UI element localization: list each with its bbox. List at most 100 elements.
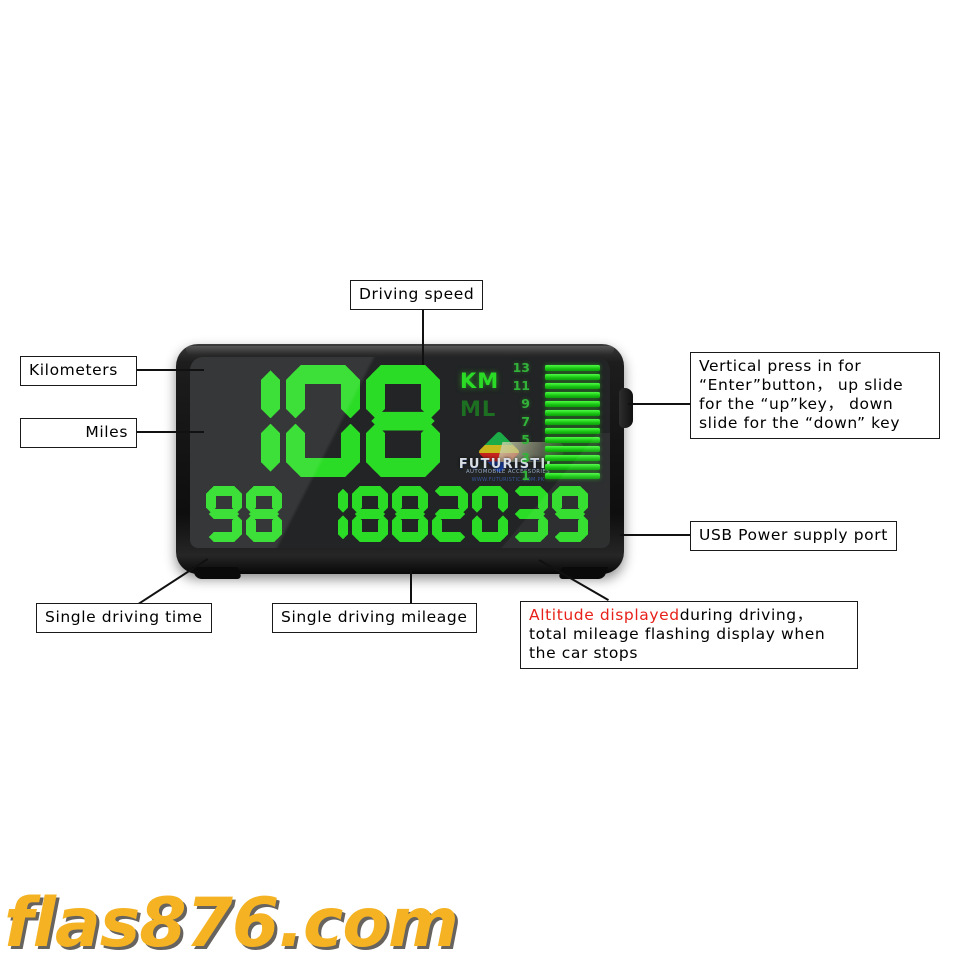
segment-c xyxy=(341,424,360,472)
gauge-bar xyxy=(545,365,600,371)
segment-f xyxy=(286,370,305,418)
gauge-scale-label: 9 xyxy=(521,395,530,411)
segment-f xyxy=(206,489,216,513)
gauge-bar xyxy=(545,464,600,470)
gauge-bar xyxy=(545,455,600,461)
segment-e xyxy=(512,515,522,539)
segment-c xyxy=(272,515,282,539)
segment-g xyxy=(355,509,385,519)
callout-side-button: Vertical press in for “Enter”button， up … xyxy=(690,352,940,439)
segment-b xyxy=(272,489,282,513)
segment-g xyxy=(291,412,354,431)
segment-e xyxy=(352,515,362,539)
leader-line-miles xyxy=(137,431,204,433)
segment-c xyxy=(458,515,468,539)
callout-kilometers: Kilometers xyxy=(20,356,137,386)
callout-altitude: Altitude displayedduring driving， total … xyxy=(520,601,858,669)
bar-gauge: 13 11 9 7 5 3 1 xyxy=(500,361,600,484)
segment-c xyxy=(578,515,588,539)
segment-b xyxy=(418,489,428,513)
seven-segment-digit xyxy=(366,365,440,477)
gauge-bar xyxy=(545,401,600,407)
segment-b xyxy=(458,489,468,513)
bottom-data-row xyxy=(206,486,592,542)
seven-segment-digit xyxy=(246,486,282,542)
device-foot-left xyxy=(191,567,243,579)
segment-c xyxy=(232,515,242,539)
gauge-scale-label: 1 xyxy=(521,468,530,484)
segment-e xyxy=(206,424,225,472)
callout-side-button-line4: slide for the “down” key xyxy=(699,414,901,432)
segment-b xyxy=(378,489,388,513)
gauge-scale-label: 7 xyxy=(521,414,530,429)
segment-c xyxy=(418,515,428,539)
gauge-scale-label: 5 xyxy=(521,432,530,448)
gauge-bar xyxy=(545,410,600,416)
segment-e xyxy=(392,515,402,539)
seven-segment-digit xyxy=(512,486,548,542)
leader-line-driving-speed xyxy=(422,307,424,365)
segment-c xyxy=(261,424,280,472)
callout-altitude-rest: during driving， xyxy=(679,606,813,624)
segment-f xyxy=(246,489,256,513)
segment-f xyxy=(472,489,482,513)
callout-altitude-line2: total mileage flashing display when xyxy=(529,625,826,643)
segment-g xyxy=(249,509,279,519)
segment-e xyxy=(246,515,256,539)
gauge-bar xyxy=(545,419,600,425)
callout-side-button-line2: “Enter”button， up slide xyxy=(699,376,904,394)
segment-e xyxy=(472,515,482,539)
seven-segment-digit xyxy=(352,486,388,542)
segment-c xyxy=(421,424,440,472)
segment-b xyxy=(261,370,280,418)
hud-screen: KM ML 13 11 9 7 5 3 1 FUTURISTIC AUTOMOBILE AC… xyxy=(190,357,610,548)
seven-segment-digit xyxy=(206,365,280,477)
segment-f xyxy=(432,489,442,513)
gauge-bar xyxy=(545,392,600,398)
seven-segment-digit xyxy=(472,486,508,542)
segment-c xyxy=(538,515,548,539)
segment-e xyxy=(552,515,562,539)
bar-gauge-scale: 13 11 9 7 5 3 1 xyxy=(500,361,530,484)
seven-segment-digit xyxy=(392,486,428,542)
site-watermark: flas876.com xyxy=(4,884,459,963)
callout-altitude-highlight: Altitude displayed xyxy=(529,606,680,624)
gauge-bar xyxy=(545,446,600,452)
segment-g xyxy=(395,509,425,519)
bar-gauge-bars xyxy=(545,365,600,479)
segment-b xyxy=(341,370,360,418)
segment-b xyxy=(338,489,348,513)
segment-b xyxy=(421,370,440,418)
segment-f xyxy=(512,489,522,513)
unit-labels: KM ML xyxy=(460,367,499,423)
seven-segment-digit xyxy=(286,365,360,477)
segment-b xyxy=(578,489,588,513)
segment-c xyxy=(498,515,508,539)
hud-device: KM ML 13 11 9 7 5 3 1 FUTURISTIC AUTOMOBILE AC… xyxy=(176,344,633,579)
callout-side-button-line1: Vertical press in for xyxy=(699,357,862,375)
callout-driving-speed: Driving speed xyxy=(350,280,484,310)
gauge-scale-label: 3 xyxy=(521,450,530,466)
gauge-bar xyxy=(545,437,600,443)
speed-display xyxy=(206,365,446,477)
segment-f xyxy=(366,370,385,418)
driving-mileage-display xyxy=(312,486,432,542)
seven-segment-digit xyxy=(206,486,242,542)
segment-g xyxy=(371,412,434,431)
segment-e xyxy=(432,515,442,539)
segment-b xyxy=(232,489,242,513)
segment-f xyxy=(312,489,322,513)
device-foot-right xyxy=(557,567,609,579)
gauge-bar xyxy=(545,374,600,380)
side-button-control[interactable] xyxy=(619,388,633,428)
segment-f xyxy=(206,370,225,418)
leader-line-single-driving-mileage xyxy=(410,570,412,606)
seven-segment-digit xyxy=(432,486,468,542)
unit-label-ml: ML xyxy=(460,397,497,421)
segment-f xyxy=(352,489,362,513)
callout-altitude-line1: Altitude displayedduring driving， xyxy=(529,606,849,625)
callout-side-button-line3: for the “up”key， down xyxy=(699,395,894,413)
segment-e xyxy=(312,515,322,539)
callout-single-driving-time: Single driving time xyxy=(36,603,212,633)
leader-line-kilometers xyxy=(137,369,204,371)
